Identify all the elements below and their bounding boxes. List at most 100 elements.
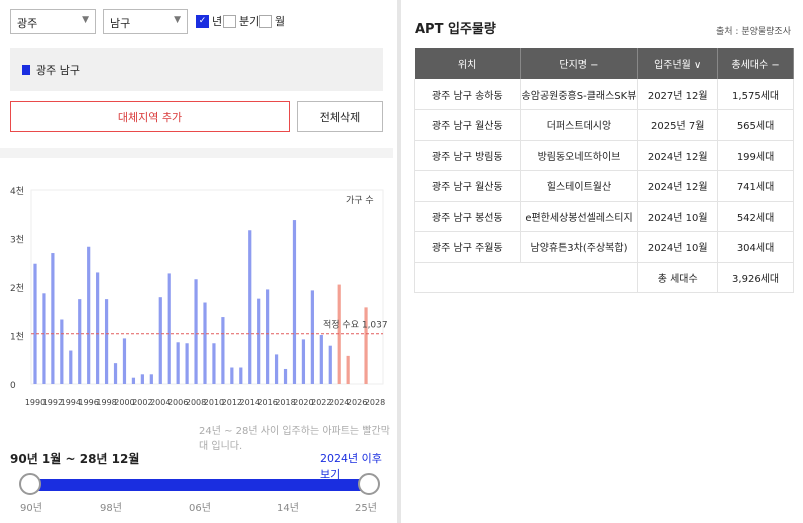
view-after-2024-link[interactable]: 2024년 이후 보기	[320, 450, 393, 482]
cell-location: 광주 남구 송하동	[414, 79, 521, 110]
region-tag-label: 광주 남구	[36, 63, 80, 77]
legend-label: 가구 수	[346, 195, 374, 206]
bar-1993	[60, 319, 64, 384]
bar-2009	[203, 302, 207, 384]
bar-1998	[104, 299, 109, 384]
supply-bar-chart: 4천3천2천1천0적정 수요 1,037가구 수1990199219941996…	[10, 186, 388, 407]
bar-1997	[96, 272, 100, 384]
header-complex[interactable]: 단지명 −	[520, 48, 639, 79]
bar-2006	[176, 342, 180, 384]
bar-1992	[51, 253, 55, 384]
supply-table: 위치 단지명 − 입주년월 ∨ 총세대수 − 광주 남구 송하동 송암공원중흥S-…	[413, 48, 794, 293]
table-row[interactable]: 광주 남구 봉선동 e편한세상봉선셀레스티지 2024년 10월 542세대	[414, 201, 794, 232]
cell-move-in: 2024년 10월	[637, 231, 719, 263]
bar-1999	[113, 363, 118, 384]
range-label: 90년 1월 ~ 28년 12월	[10, 452, 140, 466]
chevron-down-icon: ▼	[82, 15, 89, 25]
cell-location: 광주 남구 봉선동	[414, 201, 521, 232]
period-year-checkbox[interactable]: ✓ 년	[196, 13, 222, 29]
bar-2004	[158, 297, 162, 384]
y-tick-label: 0	[10, 381, 16, 391]
bar-2011	[221, 317, 225, 384]
range-slider-track[interactable]	[27, 479, 369, 491]
bar-2021	[310, 290, 314, 384]
y-tick-label: 1천	[10, 332, 24, 343]
add-region-button[interactable]: 대체지역 추가	[10, 101, 290, 132]
bar-2002	[140, 374, 144, 384]
table-total-row: 총 세대수 3,926세대	[413, 262, 794, 293]
bar-2013	[239, 367, 243, 384]
bar-2020	[301, 339, 306, 384]
cell-move-in: 2027년 12월	[637, 79, 719, 110]
bar-2027	[364, 307, 368, 384]
threshold-label: 적정 수요 1,037	[323, 319, 388, 331]
y-tick-label: 4천	[10, 186, 24, 197]
range-slider-start-handle[interactable]	[19, 473, 41, 495]
range-slider-end-handle[interactable]	[358, 473, 380, 495]
bar-1994	[69, 350, 73, 384]
period-month-label: 월	[275, 15, 286, 28]
header-units[interactable]: 총세대수 −	[717, 48, 794, 79]
supply-title: APT 입주물량	[415, 22, 496, 37]
bar-2024	[337, 284, 341, 384]
cell-complex: 더퍼스트데시앙	[520, 109, 639, 141]
period-month-checkbox[interactable]: 월	[259, 13, 285, 29]
bar-2022	[319, 335, 323, 384]
selected-region: 광주 남구	[10, 48, 383, 91]
range-tick: 98년	[100, 503, 122, 514]
left-panel: 광주 ▼ 남구 ▼ ✓ 년 분기 월 광주 남구 대체지역 추가 전체삭제 4천…	[0, 0, 393, 523]
cell-complex: 힐스테이트월산	[520, 170, 639, 202]
delete-all-button[interactable]: 전체삭제	[297, 101, 383, 132]
checkbox-unchecked-icon	[223, 14, 236, 28]
checkbox-unchecked-icon	[259, 14, 272, 28]
y-tick-label: 3천	[10, 235, 24, 246]
cell-units: 565세대	[717, 109, 794, 141]
bar-2016	[266, 289, 270, 384]
bar-2003	[149, 374, 153, 384]
range-tick: 90년	[20, 503, 42, 514]
table-row[interactable]: 광주 남구 월산동 더퍼스트데시앙 2025년 7월 565세대	[414, 109, 794, 141]
bar-2019	[292, 220, 297, 384]
city-select-value: 광주	[17, 17, 38, 30]
total-label: 총 세대수	[637, 262, 719, 293]
header-move-in[interactable]: 입주년월 ∨	[637, 48, 719, 79]
cell-complex: 송암공원중흥S-클래스SK뷰	[520, 79, 639, 110]
cell-units: 741세대	[717, 170, 794, 202]
bar-2001	[131, 377, 136, 384]
table-row[interactable]: 광주 남구 송하동 송암공원중흥S-클래스SK뷰 2027년 12월 1,575세대	[414, 79, 794, 110]
city-select[interactable]: 광주 ▼	[10, 9, 96, 34]
cell-location: 광주 남구 월산동	[414, 170, 521, 202]
cell-move-in: 2025년 7월	[637, 109, 719, 141]
region-color-icon	[22, 64, 30, 75]
cell-units: 304세대	[717, 231, 794, 263]
cell-complex: e편한세상봉선셀레스티지	[520, 201, 639, 232]
period-year-label: 년	[212, 15, 223, 28]
bar-1996	[87, 246, 91, 384]
header-location[interactable]: 위치	[414, 48, 521, 79]
section-divider	[0, 148, 393, 158]
chevron-down-icon: ▼	[174, 15, 181, 25]
bar-2010	[212, 343, 216, 384]
district-select[interactable]: 남구 ▼	[103, 9, 188, 34]
cell-location: 광주 남구 주월동	[414, 231, 521, 263]
table-row[interactable]: 광주 남구 주월동 남양휴튼3차(주상복합) 2024년 10월 304세대	[414, 231, 794, 263]
range-tick: 14년	[277, 503, 299, 514]
bar-1995	[78, 299, 82, 384]
bar-2000	[122, 338, 127, 384]
table-row[interactable]: 광주 남구 월산동 힐스테이트월산 2024년 12월 741세대	[414, 170, 794, 202]
bar-2005	[167, 273, 171, 384]
cell-units: 542세대	[717, 201, 794, 232]
bar-2015	[257, 298, 261, 384]
total-empty-cell	[413, 262, 639, 293]
total-value: 3,926세대	[717, 262, 794, 293]
period-quarter-checkbox[interactable]: 분기	[223, 13, 259, 29]
checkbox-checked-icon: ✓	[196, 14, 209, 28]
x-tick-label: 2028	[365, 398, 385, 407]
range-tick: 25년	[355, 503, 377, 514]
bar-1991	[42, 293, 46, 384]
bar-2023	[328, 345, 332, 384]
cell-units: 1,575세대	[717, 79, 794, 110]
bar-2007	[185, 343, 189, 384]
table-row[interactable]: 광주 남구 방림동 방림동오네뜨하이브 2024년 12월 199세대	[414, 140, 794, 171]
chart-note: 24년 ~ 28년 사이 입주하는 아파트는 빨간막대 입니다.	[199, 426, 390, 452]
